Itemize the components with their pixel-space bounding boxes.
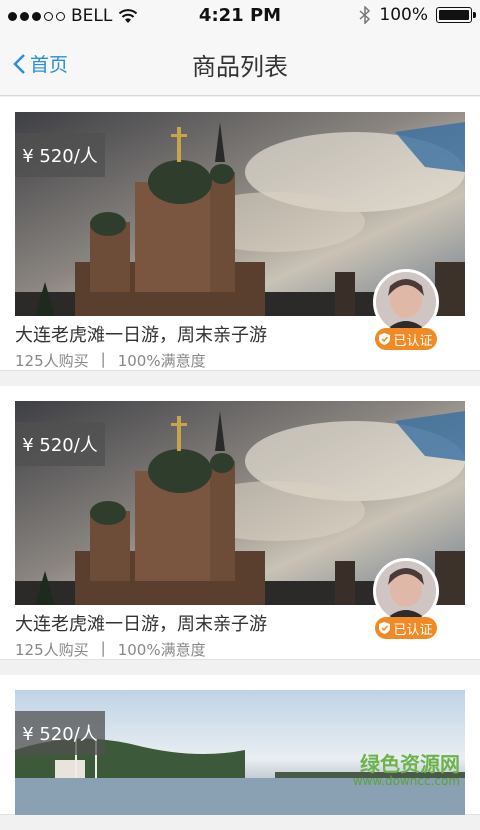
watermark: 绿色资源网 www.downcc.com <box>353 753 460 788</box>
status-right: 100% <box>359 5 472 25</box>
separator: | <box>101 350 106 371</box>
buyers-count: 125人购买 <box>15 350 89 371</box>
verified-badge: 已认证 <box>375 617 437 639</box>
navigation-bar: 首页 商品列表 <box>0 32 480 96</box>
separator: | <box>101 639 106 660</box>
avatar[interactable] <box>373 558 439 624</box>
price-tag: ¥ 520/人 <box>15 422 105 466</box>
product-card[interactable]: ¥ 520/人 已认证 大连老虎滩一日游，周末亲子游 125人购买 | 100%… <box>0 97 480 371</box>
watermark-url: www.downcc.com <box>353 775 460 788</box>
product-title: 大连老虎滩一日游，周末亲子游 <box>15 610 267 636</box>
page-title: 商品列表 <box>0 47 480 82</box>
status-bar: BELL 4:21 PM 100% <box>0 0 480 32</box>
buyers-count: 125人购买 <box>15 639 89 660</box>
product-list: ¥ 520/人 已认证 大连老虎滩一日游，周末亲子游 125人购买 | 100%… <box>0 97 480 830</box>
shield-check-icon <box>379 622 390 634</box>
watermark-text: 绿色资源网 <box>360 752 460 776</box>
battery-icon <box>436 7 472 23</box>
product-card[interactable]: ¥ 520/人 <box>0 675 480 815</box>
verified-label: 已认证 <box>393 330 432 349</box>
product-card[interactable]: ¥ 520/人 已认证 大连老虎滩一日游，周末亲子游 125人购买 | 100%… <box>0 386 480 660</box>
price-tag: ¥ 520/人 <box>15 133 105 177</box>
shield-check-icon <box>379 333 390 345</box>
verified-badge: 已认证 <box>375 328 437 350</box>
bluetooth-icon <box>359 6 371 24</box>
satisfaction: 100%满意度 <box>118 639 206 660</box>
product-meta: 125人购买 | 100%满意度 <box>15 350 206 371</box>
verified-label: 已认证 <box>393 619 432 638</box>
avatar[interactable] <box>373 269 439 335</box>
battery-percent: 100% <box>379 5 428 25</box>
price-tag: ¥ 520/人 <box>15 711 105 755</box>
satisfaction: 100%满意度 <box>118 350 206 371</box>
product-meta: 125人购买 | 100%满意度 <box>15 639 206 660</box>
product-title: 大连老虎滩一日游，周末亲子游 <box>15 321 267 347</box>
